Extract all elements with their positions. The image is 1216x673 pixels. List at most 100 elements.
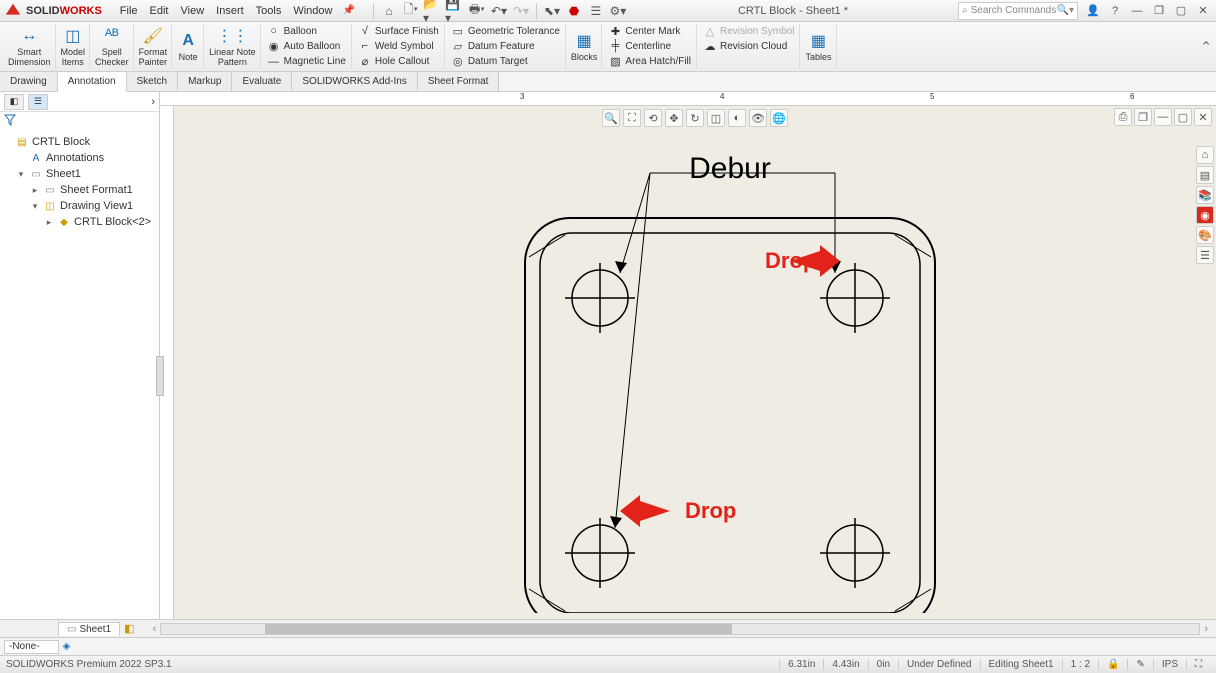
close-icon[interactable]: ✕ <box>1194 2 1212 20</box>
status-edit-icon[interactable]: ✎ <box>1127 659 1152 670</box>
menu-insert[interactable]: Insert <box>210 5 250 17</box>
doc-window-icon[interactable]: ❐ <box>1134 108 1152 126</box>
open-icon[interactable]: 📂▾ <box>423 2 443 20</box>
note-button[interactable]: ANote <box>173 24 204 69</box>
restore-icon[interactable]: ❐ <box>1150 2 1168 20</box>
menu-edit[interactable]: Edit <box>144 5 175 17</box>
datum-target-button[interactable]: ◎Datum Target <box>449 55 562 69</box>
rebuild-icon[interactable]: ⬣ <box>564 2 584 20</box>
status-units[interactable]: IPS <box>1153 659 1186 670</box>
tree-drawing-view[interactable]: ▾◫Drawing View1 <box>2 198 157 214</box>
taskpane-resources-icon[interactable]: ▤ <box>1196 166 1214 184</box>
tab-addins[interactable]: SOLIDWORKS Add-Ins <box>292 72 417 91</box>
taskpane-appearance-icon[interactable]: 🎨 <box>1196 226 1214 244</box>
taskpane-home-icon[interactable]: ⌂ <box>1196 146 1214 164</box>
horizontal-scrollbar[interactable]: ‹ › <box>149 623 1212 635</box>
appearance-icon[interactable]: 🌐 <box>770 109 788 127</box>
balloon-button[interactable]: ○Balloon <box>265 24 348 38</box>
tree-root[interactable]: ▤CRTL Block <box>2 134 157 150</box>
view-toolbar: 🔍 ⛶ ⟲ ✥ ↻ ◫ ◐ 👁 🌐 <box>602 109 788 127</box>
blocks-button[interactable]: ▦Blocks <box>567 24 603 69</box>
tree-sheet-format[interactable]: ▸▭Sheet Format1 <box>2 182 157 198</box>
menu-file[interactable]: File <box>114 5 144 17</box>
zoom-prev-icon[interactable]: ⟲ <box>644 109 662 127</box>
help-icon[interactable]: ? <box>1106 2 1124 20</box>
format-painter-button[interactable]: 🖌FormatPainter <box>135 24 173 69</box>
taskpane-properties-icon[interactable]: ☰ <box>1196 246 1214 264</box>
linear-note-pattern-button[interactable]: ⋮⋮Linear NotePattern <box>205 24 261 69</box>
maximize-icon[interactable]: ▢ <box>1172 2 1190 20</box>
datum-feature-button[interactable]: ▱Datum Feature <box>449 39 562 53</box>
sheet-tab-1[interactable]: ▭Sheet1 <box>58 622 120 636</box>
revision-cloud-button[interactable]: ☁Revision Cloud <box>701 39 796 53</box>
settings-icon[interactable]: ⚙▾ <box>608 2 628 20</box>
home-icon[interactable]: ⌂ <box>379 2 399 20</box>
app-logo-icon <box>4 2 22 20</box>
doc-minimize-icon[interactable]: — <box>1154 108 1172 126</box>
undo-icon[interactable]: ↶▾ <box>489 2 509 20</box>
model-items-button[interactable]: ◫ModelItems <box>57 24 91 69</box>
save-icon[interactable]: 💾▾ <box>445 2 465 20</box>
tree-tab-feature-icon[interactable]: ◧ <box>4 94 24 110</box>
zoom-fit-icon[interactable]: 🔍 <box>602 109 620 127</box>
doc-print-icon[interactable]: ⎙ <box>1114 108 1132 126</box>
area-hatch-button[interactable]: ▨Area Hatch/Fill <box>606 55 693 69</box>
geometric-tolerance-button[interactable]: ▭Geometric Tolerance <box>449 24 562 38</box>
hole-callout-button[interactable]: ⌀Hole Callout <box>356 55 441 69</box>
tab-markup[interactable]: Markup <box>178 72 232 91</box>
tree-annotations[interactable]: AAnnotations <box>2 150 157 166</box>
zoom-area-icon[interactable]: ⛶ <box>623 109 641 127</box>
pan-icon[interactable]: ✥ <box>665 109 683 127</box>
magnetic-line-button[interactable]: —Magnetic Line <box>265 55 348 69</box>
menu-view[interactable]: View <box>175 5 211 17</box>
tab-annotation[interactable]: Annotation <box>58 72 127 92</box>
surface-finish-button[interactable]: √Surface Finish <box>356 24 441 38</box>
tree-tab-config-icon[interactable]: ☰ <box>28 94 48 110</box>
select-icon[interactable]: ⬉▾ <box>542 2 562 20</box>
status-maximize-icon[interactable]: ⛶ <box>1186 659 1210 670</box>
center-mark-button[interactable]: ✚Center Mark <box>606 24 693 38</box>
redo-icon[interactable]: ↷▾ <box>511 2 531 20</box>
section-icon[interactable]: ◫ <box>707 109 725 127</box>
display-style-icon[interactable]: ◐ <box>728 109 746 127</box>
ribbon-collapse-icon[interactable]: ⌃ <box>1200 38 1212 55</box>
centerline-button[interactable]: ╪Centerline <box>606 39 693 53</box>
tree-expand-icon[interactable]: › <box>151 96 155 108</box>
status-scale[interactable]: 1 : 2 <box>1062 659 1098 670</box>
tab-sheet-format[interactable]: Sheet Format <box>418 72 500 91</box>
weld-symbol-button[interactable]: ⌐Weld Symbol <box>356 39 441 53</box>
tab-drawing[interactable]: Drawing <box>0 72 58 91</box>
menu-window[interactable]: Window <box>287 5 338 17</box>
tab-sketch[interactable]: Sketch <box>127 72 179 91</box>
tree-part[interactable]: ▸◆CRTL Block<2> <box>2 214 157 230</box>
tab-evaluate[interactable]: Evaluate <box>232 72 292 91</box>
taskpane-library-icon[interactable]: 📚 <box>1196 186 1214 204</box>
drawing-canvas[interactable]: 🔍 ⛶ ⟲ ✥ ↻ ◫ ◐ 👁 🌐 ⎙ ❐ — ▢ ✕ ⌂ ▤ 📚 <box>174 106 1216 619</box>
layer-select[interactable]: -None- <box>4 640 59 654</box>
doc-close-icon[interactable]: ✕ <box>1194 108 1212 126</box>
menu-tools[interactable]: Tools <box>250 5 288 17</box>
auto-balloon-button[interactable]: ◉Auto Balloon <box>265 39 348 53</box>
filter-icon[interactable] <box>4 114 16 126</box>
taskpane-palette-icon[interactable]: ◉ <box>1196 206 1214 224</box>
status-lock-icon[interactable]: 🔒 <box>1098 659 1127 670</box>
options-icon[interactable]: ☰ <box>586 2 606 20</box>
minimize-icon[interactable]: — <box>1128 2 1146 20</box>
drawing-content[interactable]: Debur Drop Drop <box>395 113 995 613</box>
pin-icon[interactable]: 📌 <box>342 5 354 16</box>
smart-dimension-button[interactable]: ↔SmartDimension <box>4 24 56 69</box>
feature-tree[interactable]: ▤CRTL Block AAnnotations ▾▭Sheet1 ▸▭Shee… <box>0 130 159 619</box>
layer-manager-icon[interactable]: ◈ <box>63 641 71 652</box>
hide-show-icon[interactable]: 👁 <box>749 109 767 127</box>
rotate-icon[interactable]: ↻ <box>686 109 704 127</box>
spell-checker-button[interactable]: ᴬᴮSpellChecker <box>91 24 134 69</box>
panel-splitter[interactable] <box>156 356 164 396</box>
print-icon[interactable]: 🖶▾ <box>467 2 487 20</box>
tables-button[interactable]: ▦Tables <box>801 24 836 69</box>
user-icon[interactable]: 👤 <box>1084 2 1102 20</box>
new-icon[interactable]: 🗋▾ <box>401 2 421 20</box>
doc-maximize-icon[interactable]: ▢ <box>1174 108 1192 126</box>
add-sheet-icon[interactable]: ◧ <box>124 622 134 635</box>
tree-sheet[interactable]: ▾▭Sheet1 <box>2 166 157 182</box>
search-input[interactable]: ⌕Search Commands🔍▾ <box>958 2 1078 20</box>
